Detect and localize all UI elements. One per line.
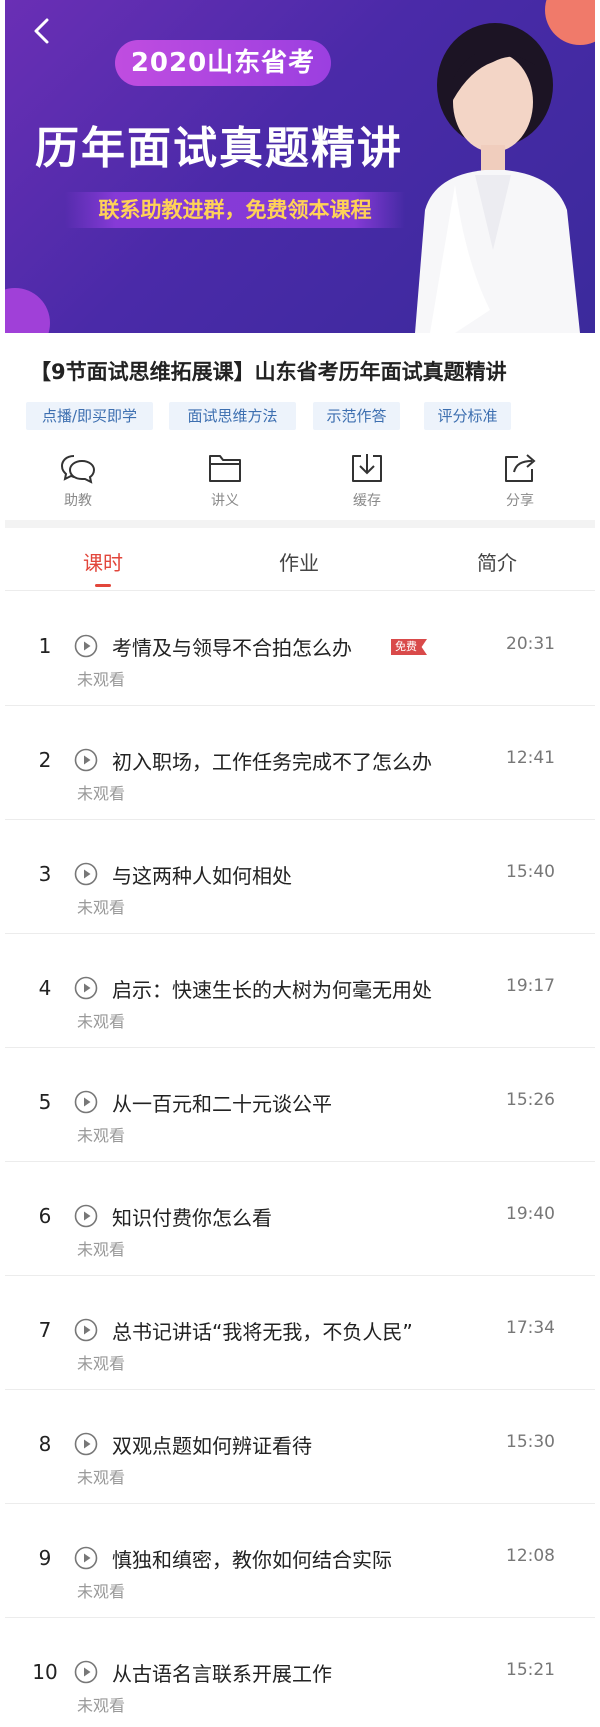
lesson-number: 1	[38, 634, 52, 658]
lesson-number: 7	[38, 1318, 52, 1342]
course-tag: 点播/即买即学	[26, 402, 153, 430]
lesson-watch-status: 未观看	[77, 1582, 126, 1601]
lesson-number: 5	[38, 1090, 52, 1114]
lesson-number: 6	[38, 1204, 52, 1228]
active-tab-indicator	[95, 584, 111, 587]
chat-icon	[60, 455, 96, 484]
lesson-duration: 15:40	[506, 862, 555, 882]
play-icon	[74, 976, 98, 1000]
lesson-duration: 19:17	[506, 976, 555, 996]
lesson-number: 9	[38, 1546, 52, 1570]
banner-subline: 联系助教进群，免费领本课程	[65, 192, 405, 228]
share-label: 分享	[506, 493, 534, 509]
lesson-row[interactable]: 10 从古语名言联系开展工作 15:21 未观看	[5, 1618, 595, 1727]
tab-bar-border	[5, 590, 595, 591]
assistant-button[interactable]: 助教	[33, 452, 123, 510]
lesson-watch-status: 未观看	[77, 784, 126, 803]
lesson-watch-status: 未观看	[77, 1012, 126, 1031]
lesson-duration: 15:21	[506, 1660, 555, 1680]
lesson-duration: 15:30	[506, 1432, 555, 1452]
lesson-watch-status: 未观看	[77, 1240, 126, 1259]
lesson-number: 2	[38, 748, 52, 772]
lesson-number: 10	[32, 1660, 58, 1684]
tab-intro[interactable]: 简介	[456, 547, 538, 581]
play-icon	[74, 634, 98, 658]
lesson-title: 知识付费你怎么看	[112, 1206, 272, 1230]
lesson-watch-status: 未观看	[77, 1468, 126, 1487]
play-icon	[74, 862, 98, 886]
lesson-row[interactable]: 2 初入职场，工作任务完成不了怎么办 12:41 未观看	[5, 706, 595, 820]
lesson-title: 初入职场，工作任务完成不了怎么办	[112, 750, 432, 774]
lesson-row[interactable]: 3 与这两种人如何相处 15:40 未观看	[5, 820, 595, 934]
lesson-title: 与这两种人如何相处	[112, 864, 292, 888]
lesson-number: 3	[38, 862, 52, 886]
lesson-title: 启示：快速生长的大树为何毫无用处	[112, 978, 432, 1002]
play-icon	[74, 1318, 98, 1342]
back-arrow-icon[interactable]	[27, 16, 57, 46]
lesson-title: 从古语名言联系开展工作	[112, 1662, 332, 1686]
lesson-watch-status: 未观看	[77, 670, 126, 689]
cache-button[interactable]: 缓存	[322, 452, 412, 510]
folder-icon	[209, 455, 241, 482]
play-icon	[74, 1204, 98, 1228]
lesson-title: 慎独和缜密，教你如何结合实际	[112, 1548, 392, 1572]
lesson-number: 4	[38, 976, 52, 1000]
teacher-photo	[415, 23, 580, 333]
course-banner: 2020山东省考 历年面试真题精讲 联系助教进群，免费领本课程	[5, 0, 595, 333]
lesson-watch-status: 未观看	[77, 898, 126, 917]
lesson-row[interactable]: 4 启示：快速生长的大树为何毫无用处 19:17 未观看	[5, 934, 595, 1048]
lesson-row[interactable]: 8 双观点题如何辨证看待 15:30 未观看	[5, 1390, 595, 1504]
handout-button[interactable]: 讲义	[180, 452, 270, 510]
lesson-row[interactable]: 7 总书记讲话“我将无我，不负人民” 17:34 未观看	[5, 1276, 595, 1390]
lesson-title: 总书记讲话“我将无我，不负人民”	[112, 1320, 413, 1344]
cache-label: 缓存	[353, 493, 381, 509]
play-icon	[74, 1660, 98, 1684]
lesson-watch-status: 未观看	[77, 1354, 126, 1373]
free-badge: 免费	[391, 639, 427, 655]
tab-homework[interactable]: 作业	[258, 547, 340, 581]
course-tag: 评分标准	[424, 402, 511, 430]
play-icon	[74, 1432, 98, 1456]
course-tag: 面试思维方法	[169, 402, 296, 430]
lesson-number: 8	[38, 1432, 52, 1456]
section-divider	[5, 520, 595, 528]
lesson-title: 双观点题如何辨证看待	[112, 1434, 312, 1458]
lesson-row[interactable]: 5 从一百元和二十元谈公平 15:26 未观看	[5, 1048, 595, 1162]
lesson-duration: 19:40	[506, 1204, 555, 1224]
lesson-row[interactable]: 6 知识付费你怎么看 19:40 未观看	[5, 1162, 595, 1276]
course-title: 【9节面试思维拓展课】山东省考历年面试真题精讲	[30, 360, 507, 384]
decor-circle	[5, 288, 50, 333]
play-icon	[74, 1090, 98, 1114]
tab-lessons[interactable]: 课时	[62, 547, 144, 581]
lesson-row[interactable]: 9 慎独和缜密，教你如何结合实际 12:08 未观看	[5, 1504, 595, 1618]
lesson-watch-status: 未观看	[77, 1696, 126, 1715]
banner-exam-pill: 2020山东省考	[115, 40, 331, 86]
play-icon	[74, 748, 98, 772]
lesson-duration: 20:31	[506, 634, 555, 654]
download-icon	[352, 454, 382, 482]
assistant-label: 助教	[64, 493, 92, 509]
lesson-duration: 15:26	[506, 1090, 555, 1110]
share-icon	[505, 454, 536, 482]
lesson-title: 从一百元和二十元谈公平	[112, 1092, 332, 1116]
lesson-watch-status: 未观看	[77, 1126, 126, 1145]
handout-label: 讲义	[211, 493, 239, 509]
lesson-row[interactable]: 1 考情及与领导不合拍怎么办 免费 20:31 未观看	[5, 592, 595, 706]
lesson-duration: 12:41	[506, 748, 555, 768]
lesson-title: 考情及与领导不合拍怎么办	[112, 636, 352, 660]
course-tag: 示范作答	[313, 402, 400, 430]
lesson-duration: 17:34	[506, 1318, 555, 1338]
lesson-duration: 12:08	[506, 1546, 555, 1566]
share-button[interactable]: 分享	[475, 452, 565, 510]
banner-headline: 历年面试真题精讲	[35, 123, 403, 174]
play-icon	[74, 1546, 98, 1570]
